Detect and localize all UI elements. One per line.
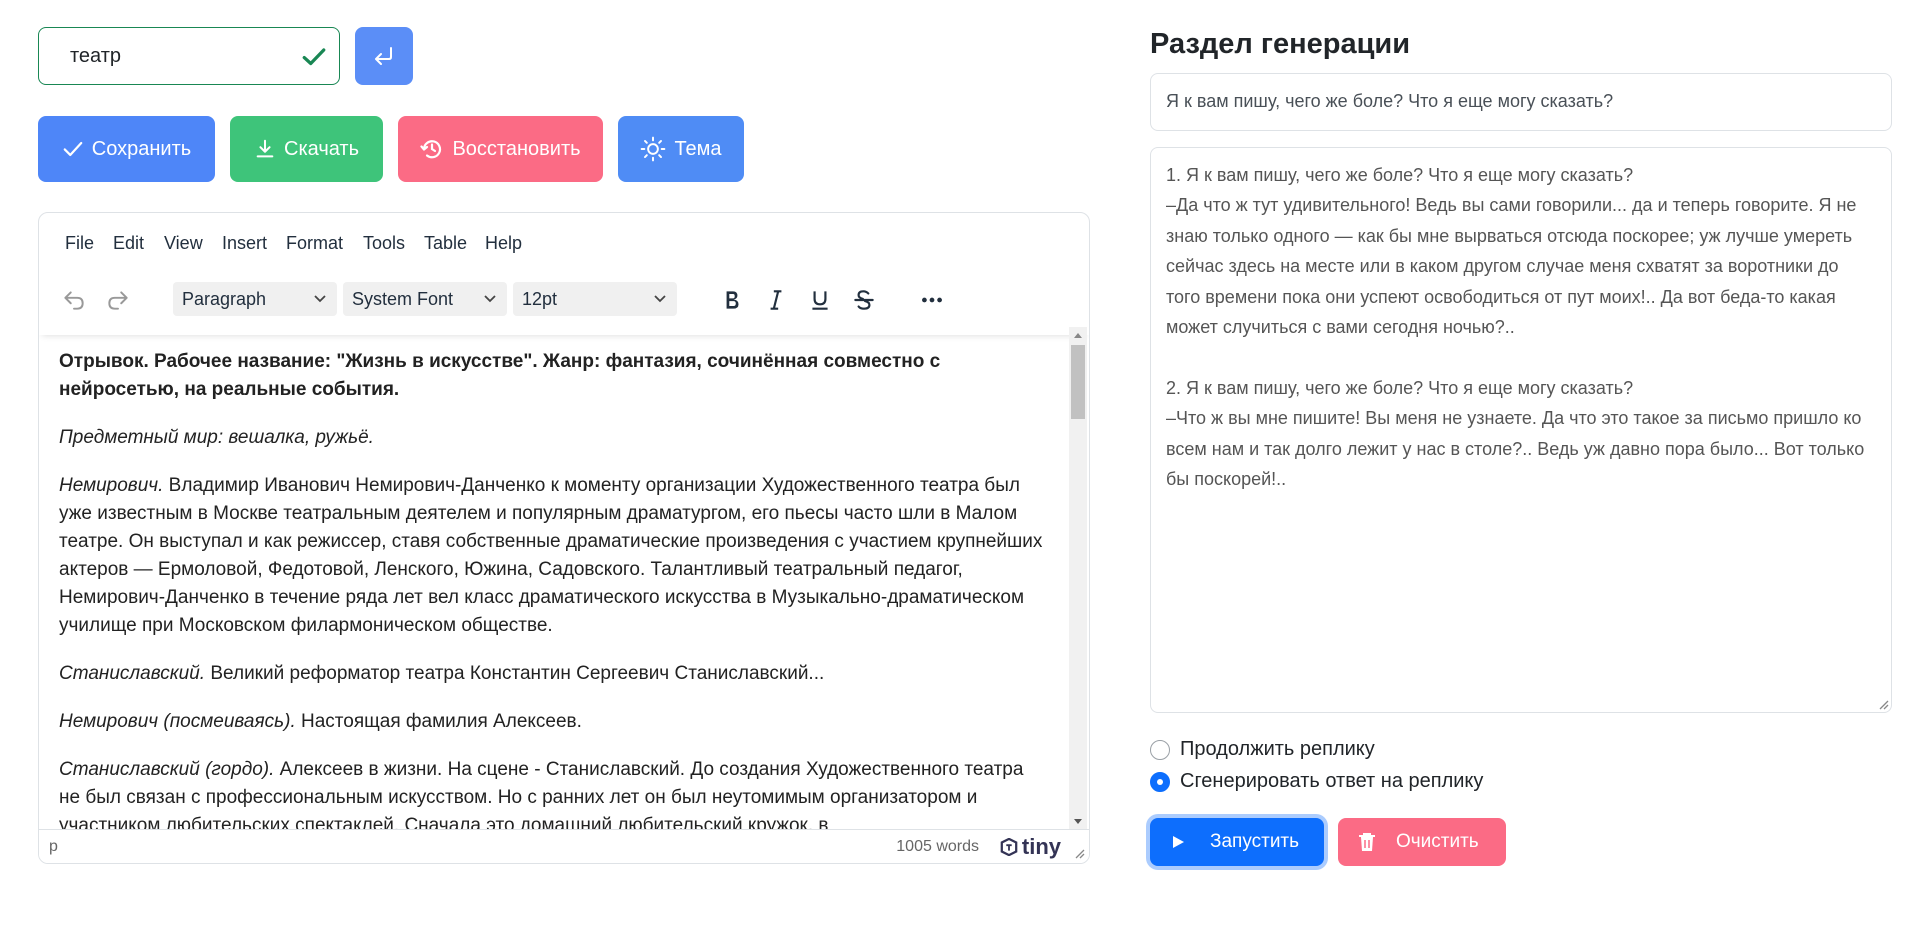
underline-icon[interactable] [807, 287, 833, 313]
content-text: Владимир Иванович Немирович-Данченко к м… [59, 475, 1043, 636]
resize-handle-icon[interactable] [1073, 847, 1085, 859]
tiny-logo-icon [1000, 838, 1018, 856]
generation-output[interactable]: 1. Я к вам пишу, чего же боле? Что я еще… [1150, 147, 1892, 713]
sun-icon [641, 136, 666, 162]
content-speaker: Немирович. [59, 475, 164, 496]
download-button[interactable]: Скачать [230, 116, 383, 182]
chevron-down-icon [314, 295, 326, 303]
editor-statusbar: p 1005 words tiny [39, 829, 1089, 863]
theme-button[interactable]: Тема [618, 116, 744, 182]
trash-icon [1359, 833, 1375, 851]
save-label: Сохранить [91, 137, 192, 160]
undo-icon[interactable] [61, 287, 87, 313]
play-icon [1173, 836, 1184, 848]
word-count[interactable]: 1005 words [896, 838, 979, 856]
restore-label: Восстановить [452, 137, 581, 160]
content-paragraph: Немирович (посмеиваясь). Настоящая фамил… [59, 708, 1049, 736]
enter-button[interactable] [355, 27, 413, 85]
download-icon [256, 139, 274, 158]
content-speaker: Станиславский (гордо). [59, 759, 275, 780]
element-path[interactable]: p [49, 838, 58, 856]
font-size-select[interactable]: 12pt [513, 282, 677, 316]
scroll-up-icon[interactable] [1073, 331, 1083, 339]
content-paragraph: Станиславский (гордо). Алексеев в жизни.… [59, 756, 1049, 830]
menu-edit[interactable]: Edit [113, 233, 144, 254]
scroll-thumb[interactable] [1071, 345, 1085, 419]
block-format-value: Paragraph [182, 289, 267, 309]
restore-button[interactable]: Восстановить [398, 116, 603, 182]
menu-help[interactable]: Help [485, 233, 522, 254]
content-speaker: Немирович (посмеиваясь). [59, 711, 296, 732]
radio-reply[interactable] [1150, 771, 1170, 792]
enter-icon [375, 47, 392, 65]
content-paragraph: Предметный мир: вешалка, ружьё. [59, 424, 1049, 452]
italic-icon[interactable] [763, 287, 789, 313]
editor-scrollbar[interactable] [1069, 327, 1087, 830]
menu-table[interactable]: Table [424, 233, 467, 254]
strikethrough-icon[interactable] [851, 287, 877, 313]
search-field [38, 27, 340, 85]
editor-content[interactable]: Отрывок. Рабочее название: "Жизнь в иску… [39, 327, 1069, 830]
tiny-logo-text: tiny [1021, 834, 1061, 859]
radio-continue[interactable] [1150, 739, 1170, 760]
menu-view[interactable]: View [164, 233, 203, 254]
option-continue[interactable]: Продолжить реплику [1150, 738, 1375, 761]
rich-text-editor: File Edit View Insert Format Tools Table… [38, 212, 1090, 864]
generation-title: Раздел генерации [1150, 28, 1411, 60]
editor-menubar: File Edit View Insert Format Tools Table… [39, 213, 1089, 273]
search-input[interactable] [40, 29, 290, 83]
tiny-logo[interactable]: tiny [1000, 834, 1061, 860]
clear-button[interactable]: Очистить [1338, 818, 1506, 866]
resize-handle-icon[interactable] [1877, 698, 1889, 710]
menu-insert[interactable]: Insert [222, 233, 267, 254]
font-family-value: System Font [352, 289, 454, 309]
redo-icon[interactable] [105, 287, 131, 313]
generation-output-text: 1. Я к вам пишу, чего же боле? Что я еще… [1166, 165, 1865, 490]
editor-toolbar: Paragraph System Font 12pt [39, 273, 1089, 335]
menu-file[interactable]: File [65, 233, 94, 254]
more-icon[interactable] [919, 287, 945, 313]
option-reply[interactable]: Сгенерировать ответ на реплику [1150, 770, 1483, 793]
scroll-down-icon[interactable] [1073, 818, 1083, 826]
menu-format[interactable]: Format [286, 233, 343, 254]
prompt-input[interactable]: Я к вам пишу, чего же боле? Что я еще мо… [1150, 73, 1892, 131]
font-family-select[interactable]: System Font [343, 282, 507, 316]
theme-label: Тема [674, 137, 722, 160]
check-icon [63, 141, 83, 157]
content-paragraph: Станиславский. Великий реформатор театра… [59, 660, 1049, 688]
option-continue-label: Продолжить реплику [1180, 738, 1375, 760]
content-text: Настоящая фамилия Алексеев. [295, 711, 582, 732]
run-button[interactable]: Запустить [1150, 818, 1324, 866]
content-speaker: Станиславский. [59, 663, 206, 684]
run-label: Запустить [1210, 831, 1300, 852]
save-button[interactable]: Сохранить [38, 116, 215, 182]
block-format-select[interactable]: Paragraph [173, 282, 337, 316]
history-icon [420, 140, 442, 159]
content-heading: Отрывок. Рабочее название: "Жизнь в иску… [59, 351, 941, 400]
bold-icon[interactable] [719, 287, 745, 313]
content-paragraph: Немирович. Владимир Иванович Немирович-Д… [59, 472, 1049, 640]
content-italic: Предметный мир: вешалка, ружьё. [59, 427, 374, 448]
download-label: Скачать [284, 137, 359, 160]
check-valid-icon [302, 48, 326, 66]
chevron-down-icon [484, 295, 496, 303]
font-size-value: 12pt [522, 289, 558, 309]
menu-tools[interactable]: Tools [363, 233, 405, 254]
clear-label: Очистить [1396, 831, 1479, 852]
content-text: Великий реформатор театра Константин Сер… [205, 663, 825, 684]
chevron-down-icon [654, 295, 666, 303]
option-reply-label: Сгенерировать ответ на реплику [1180, 770, 1484, 792]
